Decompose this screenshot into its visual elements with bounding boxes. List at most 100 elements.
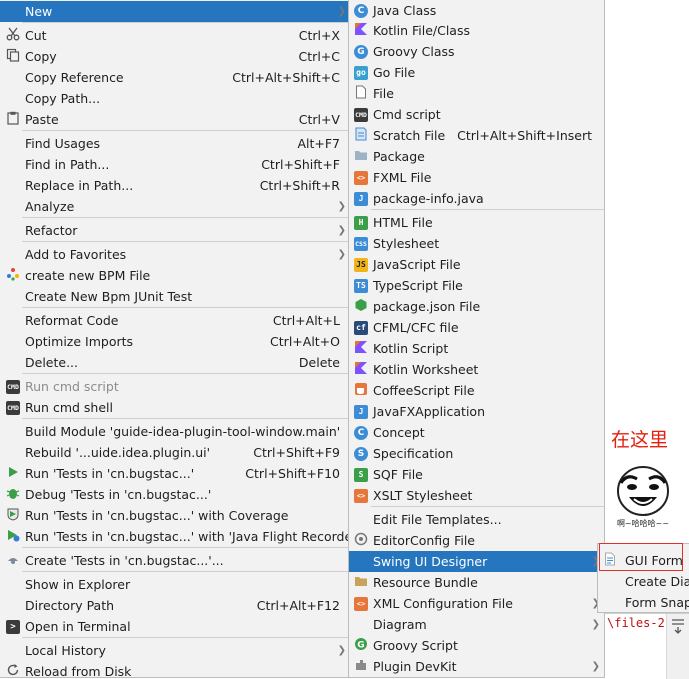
bpm-icon bbox=[5, 267, 21, 283]
context-menu-item[interactable]: Run 'Tests in 'cn.bugstac...' with Cover… bbox=[0, 505, 348, 526]
new-submenu-item[interactable]: package.json File bbox=[349, 296, 604, 317]
new-submenu-item[interactable]: Swing UI Designer ❯ bbox=[349, 551, 604, 572]
new-submenu-item[interactable]: Scratch File Ctrl+Alt+Shift+Insert bbox=[349, 125, 604, 146]
context-menu-item[interactable]: Cut Ctrl+X bbox=[0, 25, 348, 46]
scroll-down-icon[interactable] bbox=[667, 614, 689, 636]
new-submenu-item[interactable]: Kotlin Script bbox=[349, 338, 604, 359]
new-submenu-item[interactable]: J JavaFXApplication bbox=[349, 401, 604, 422]
context-menu-item[interactable]: Copy Path... bbox=[0, 88, 348, 109]
context-menu-item[interactable]: Find in Path... Ctrl+Shift+F bbox=[0, 154, 348, 175]
new-submenu-item[interactable]: JS JavaScript File bbox=[349, 254, 604, 275]
new-submenu-item[interactable]: CMD Cmd script bbox=[349, 104, 604, 125]
context-menu-item[interactable]: Run 'Tests in 'cn.bugstac...' Ctrl+Shift+… bbox=[0, 463, 348, 484]
context-menu-item[interactable]: Add to Favorites ❯ bbox=[0, 244, 348, 265]
new-submenu-item-label: JavaFXApplication bbox=[373, 404, 485, 419]
menu-separator bbox=[371, 209, 604, 210]
new-submenu-item[interactable]: cf CFML/CFC file bbox=[349, 317, 604, 338]
swing-submenu-item[interactable]: Create Dial bbox=[598, 571, 689, 592]
context-menu-item[interactable]: Optimize Imports Ctrl+Alt+O bbox=[0, 331, 348, 352]
context-menu-item[interactable]: > Open in Terminal bbox=[0, 616, 348, 637]
context-menu-item[interactable]: Create 'Tests in 'cn.bugstac...'... bbox=[0, 550, 348, 571]
new-submenu-item[interactable]: Resource Bundle bbox=[349, 572, 604, 593]
shortcut-hint: Ctrl+Shift+F bbox=[261, 157, 340, 172]
context-menu-item[interactable]: Show in Explorer bbox=[0, 574, 348, 595]
context-menu-item-label: Rebuild '...uide.idea.plugin.ui' bbox=[25, 445, 211, 460]
context-menu-item-label: Copy bbox=[25, 49, 57, 64]
cmd-icon: CMD bbox=[353, 106, 369, 122]
editor-text: \files-2. bbox=[607, 616, 673, 630]
context-menu-item[interactable]: Replace in Path... Ctrl+Shift+R bbox=[0, 175, 348, 196]
context-menu-item-label: Cut bbox=[25, 28, 47, 43]
context-menu: New ❯ Cut Ctrl+X Copy Ctrl+C Copy Reference Ctr… bbox=[0, 0, 349, 678]
new-submenu-item-label: Groovy Class bbox=[373, 44, 455, 59]
context-menu-item[interactable]: Rebuild '...uide.idea.plugin.ui' Ctrl+Shi… bbox=[0, 442, 348, 463]
editor-strip: \files-2. bbox=[605, 613, 689, 679]
context-menu-item-label: Copy Path... bbox=[25, 91, 101, 106]
context-menu-item[interactable]: Copy Reference Ctrl+Alt+Shift+C bbox=[0, 67, 348, 88]
context-menu-item[interactable]: Copy Ctrl+C bbox=[0, 46, 348, 67]
swing-submenu-item[interactable]: Form Snap bbox=[598, 592, 689, 612]
new-submenu-item[interactable]: S SQF File bbox=[349, 464, 604, 485]
context-menu-item-label: Debug 'Tests in 'cn.bugstac...' bbox=[25, 487, 212, 502]
new-submenu-item[interactable]: <> XSLT Stylesheet bbox=[349, 485, 604, 506]
context-menu-item-label: Paste bbox=[25, 112, 59, 127]
new-submenu-item[interactable]: H HTML File bbox=[349, 212, 604, 233]
context-menu-item[interactable]: Reformat Code Ctrl+Alt+L bbox=[0, 310, 348, 331]
new-submenu-item[interactable]: TS TypeScript File bbox=[349, 275, 604, 296]
swing-ui-designer-submenu: GUI Form Create Dial Form Snap bbox=[597, 543, 689, 613]
swing-submenu-item-label: Form Snap bbox=[625, 595, 689, 610]
new-submenu-item[interactable]: <> FXML File bbox=[349, 167, 604, 188]
xslt-icon: <> bbox=[353, 487, 369, 503]
submenu-arrow-icon: ❯ bbox=[591, 661, 600, 672]
editor-background bbox=[605, 0, 689, 420]
swing-submenu-item[interactable]: GUI Form bbox=[598, 550, 689, 571]
new-submenu-item[interactable]: Jpackage-info.java bbox=[349, 188, 604, 209]
context-menu-item[interactable]: Debug 'Tests in 'cn.bugstac...' bbox=[0, 484, 348, 505]
context-menu-item-label: Copy Reference bbox=[25, 70, 124, 85]
context-menu-item-label: Create 'Tests in 'cn.bugstac...'... bbox=[25, 553, 224, 568]
context-menu-item[interactable]: Find Usages Alt+F7 bbox=[0, 133, 348, 154]
new-submenu-item[interactable]: File bbox=[349, 83, 604, 104]
scissors-icon bbox=[5, 27, 21, 43]
new-submenu-item[interactable]: go Go File bbox=[349, 62, 604, 83]
cfml-icon: cf bbox=[353, 319, 369, 335]
new-submenu-item-label: CFML/CFC file bbox=[373, 320, 459, 335]
new-submenu-item[interactable]: G Groovy Script bbox=[349, 635, 604, 656]
context-menu-item[interactable]: create new BPM File bbox=[0, 265, 348, 286]
context-menu-item-label: New bbox=[25, 4, 53, 19]
new-submenu-item[interactable]: Diagram ❯ bbox=[349, 614, 604, 635]
menu-separator bbox=[22, 571, 348, 572]
meme-caption: 啊~哈哈哈~~ bbox=[616, 519, 670, 528]
new-submenu-item[interactable]: CoffeeScript File bbox=[349, 380, 604, 401]
new-submenu-item[interactable]: G Groovy Class bbox=[349, 41, 604, 62]
context-menu-item[interactable]: New ❯ bbox=[0, 1, 348, 22]
new-submenu-item[interactable]: EditorConfig File bbox=[349, 530, 604, 551]
svg-text:G: G bbox=[357, 641, 364, 651]
context-menu-item[interactable]: Run 'Tests in 'cn.bugstac...' with 'Java… bbox=[0, 526, 348, 547]
context-menu-item[interactable]: Reload from Disk bbox=[0, 661, 348, 677]
context-menu-item[interactable]: Create New Bpm JUnit Test bbox=[0, 286, 348, 307]
context-menu-item[interactable]: Delete... Delete bbox=[0, 352, 348, 373]
context-menu-item[interactable]: CMD Run cmd shell bbox=[0, 397, 348, 418]
new-submenu-item[interactable]: Kotlin Worksheet bbox=[349, 359, 604, 380]
new-submenu-item[interactable]: CSS Stylesheet bbox=[349, 233, 604, 254]
menu-separator bbox=[22, 307, 348, 308]
context-menu-item[interactable]: CMD Run cmd script bbox=[0, 376, 348, 397]
new-submenu-item[interactable]: <> XML Configuration File ❯ bbox=[349, 593, 604, 614]
new-submenu-item[interactable]: C Java Class bbox=[349, 0, 604, 21]
new-submenu-item[interactable]: C Concept bbox=[349, 422, 604, 443]
html-icon: H bbox=[353, 214, 369, 230]
context-menu-item[interactable]: Build Module 'guide-idea-plugin-tool-win… bbox=[0, 421, 348, 442]
new-submenu-item[interactable]: S Specification bbox=[349, 443, 604, 464]
context-menu-item[interactable]: Local History ❯ bbox=[0, 640, 348, 661]
new-submenu-item[interactable]: Package bbox=[349, 146, 604, 167]
menu-separator bbox=[22, 418, 348, 419]
new-submenu-item-label: Concept bbox=[373, 425, 425, 440]
new-submenu-item[interactable]: Edit File Templates... bbox=[349, 509, 604, 530]
context-menu-item[interactable]: Paste Ctrl+V bbox=[0, 109, 348, 130]
new-submenu-item[interactable]: Plugin DevKit ❯ bbox=[349, 656, 604, 677]
context-menu-item[interactable]: Analyze ❯ bbox=[0, 196, 348, 217]
new-submenu-item[interactable]: Kotlin File/Class bbox=[349, 20, 604, 41]
context-menu-item[interactable]: Refactor ❯ bbox=[0, 220, 348, 241]
context-menu-item[interactable]: Directory Path Ctrl+Alt+F12 bbox=[0, 595, 348, 616]
